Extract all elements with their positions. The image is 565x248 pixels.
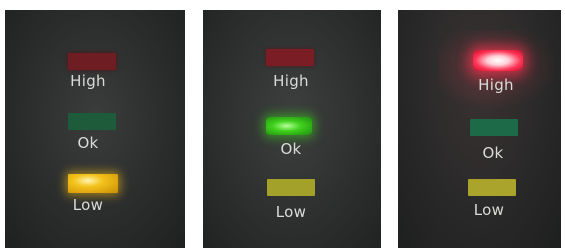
ok-indicator-led [470,119,518,136]
indicator-panel-ok-lit: High Ok Low [203,10,381,248]
ok-indicator-led [68,113,116,130]
ok-label: Ok [280,140,302,158]
ok-indicator-led-lit [266,117,312,135]
low-indicator-led [267,179,315,196]
low-indicator-led-lit [68,174,118,193]
high-label: High [70,72,106,90]
indicator-panel-high-lit: High Ok Low [398,10,561,248]
high-label: High [273,72,309,90]
ok-label: Ok [77,134,99,152]
high-indicator-led [266,49,314,66]
low-indicator-led [468,179,516,196]
high-indicator-led-lit [473,50,523,71]
high-label: High [478,76,514,94]
indicator-panel-low-lit: High Ok Low [5,10,185,248]
ok-label: Ok [482,144,504,162]
photo-strip: High Ok Low High Ok Low High Ok Low [0,0,565,248]
low-label: Low [72,196,104,214]
high-indicator-led [68,53,116,70]
low-label: Low [275,203,307,221]
low-label: Low [473,201,505,219]
